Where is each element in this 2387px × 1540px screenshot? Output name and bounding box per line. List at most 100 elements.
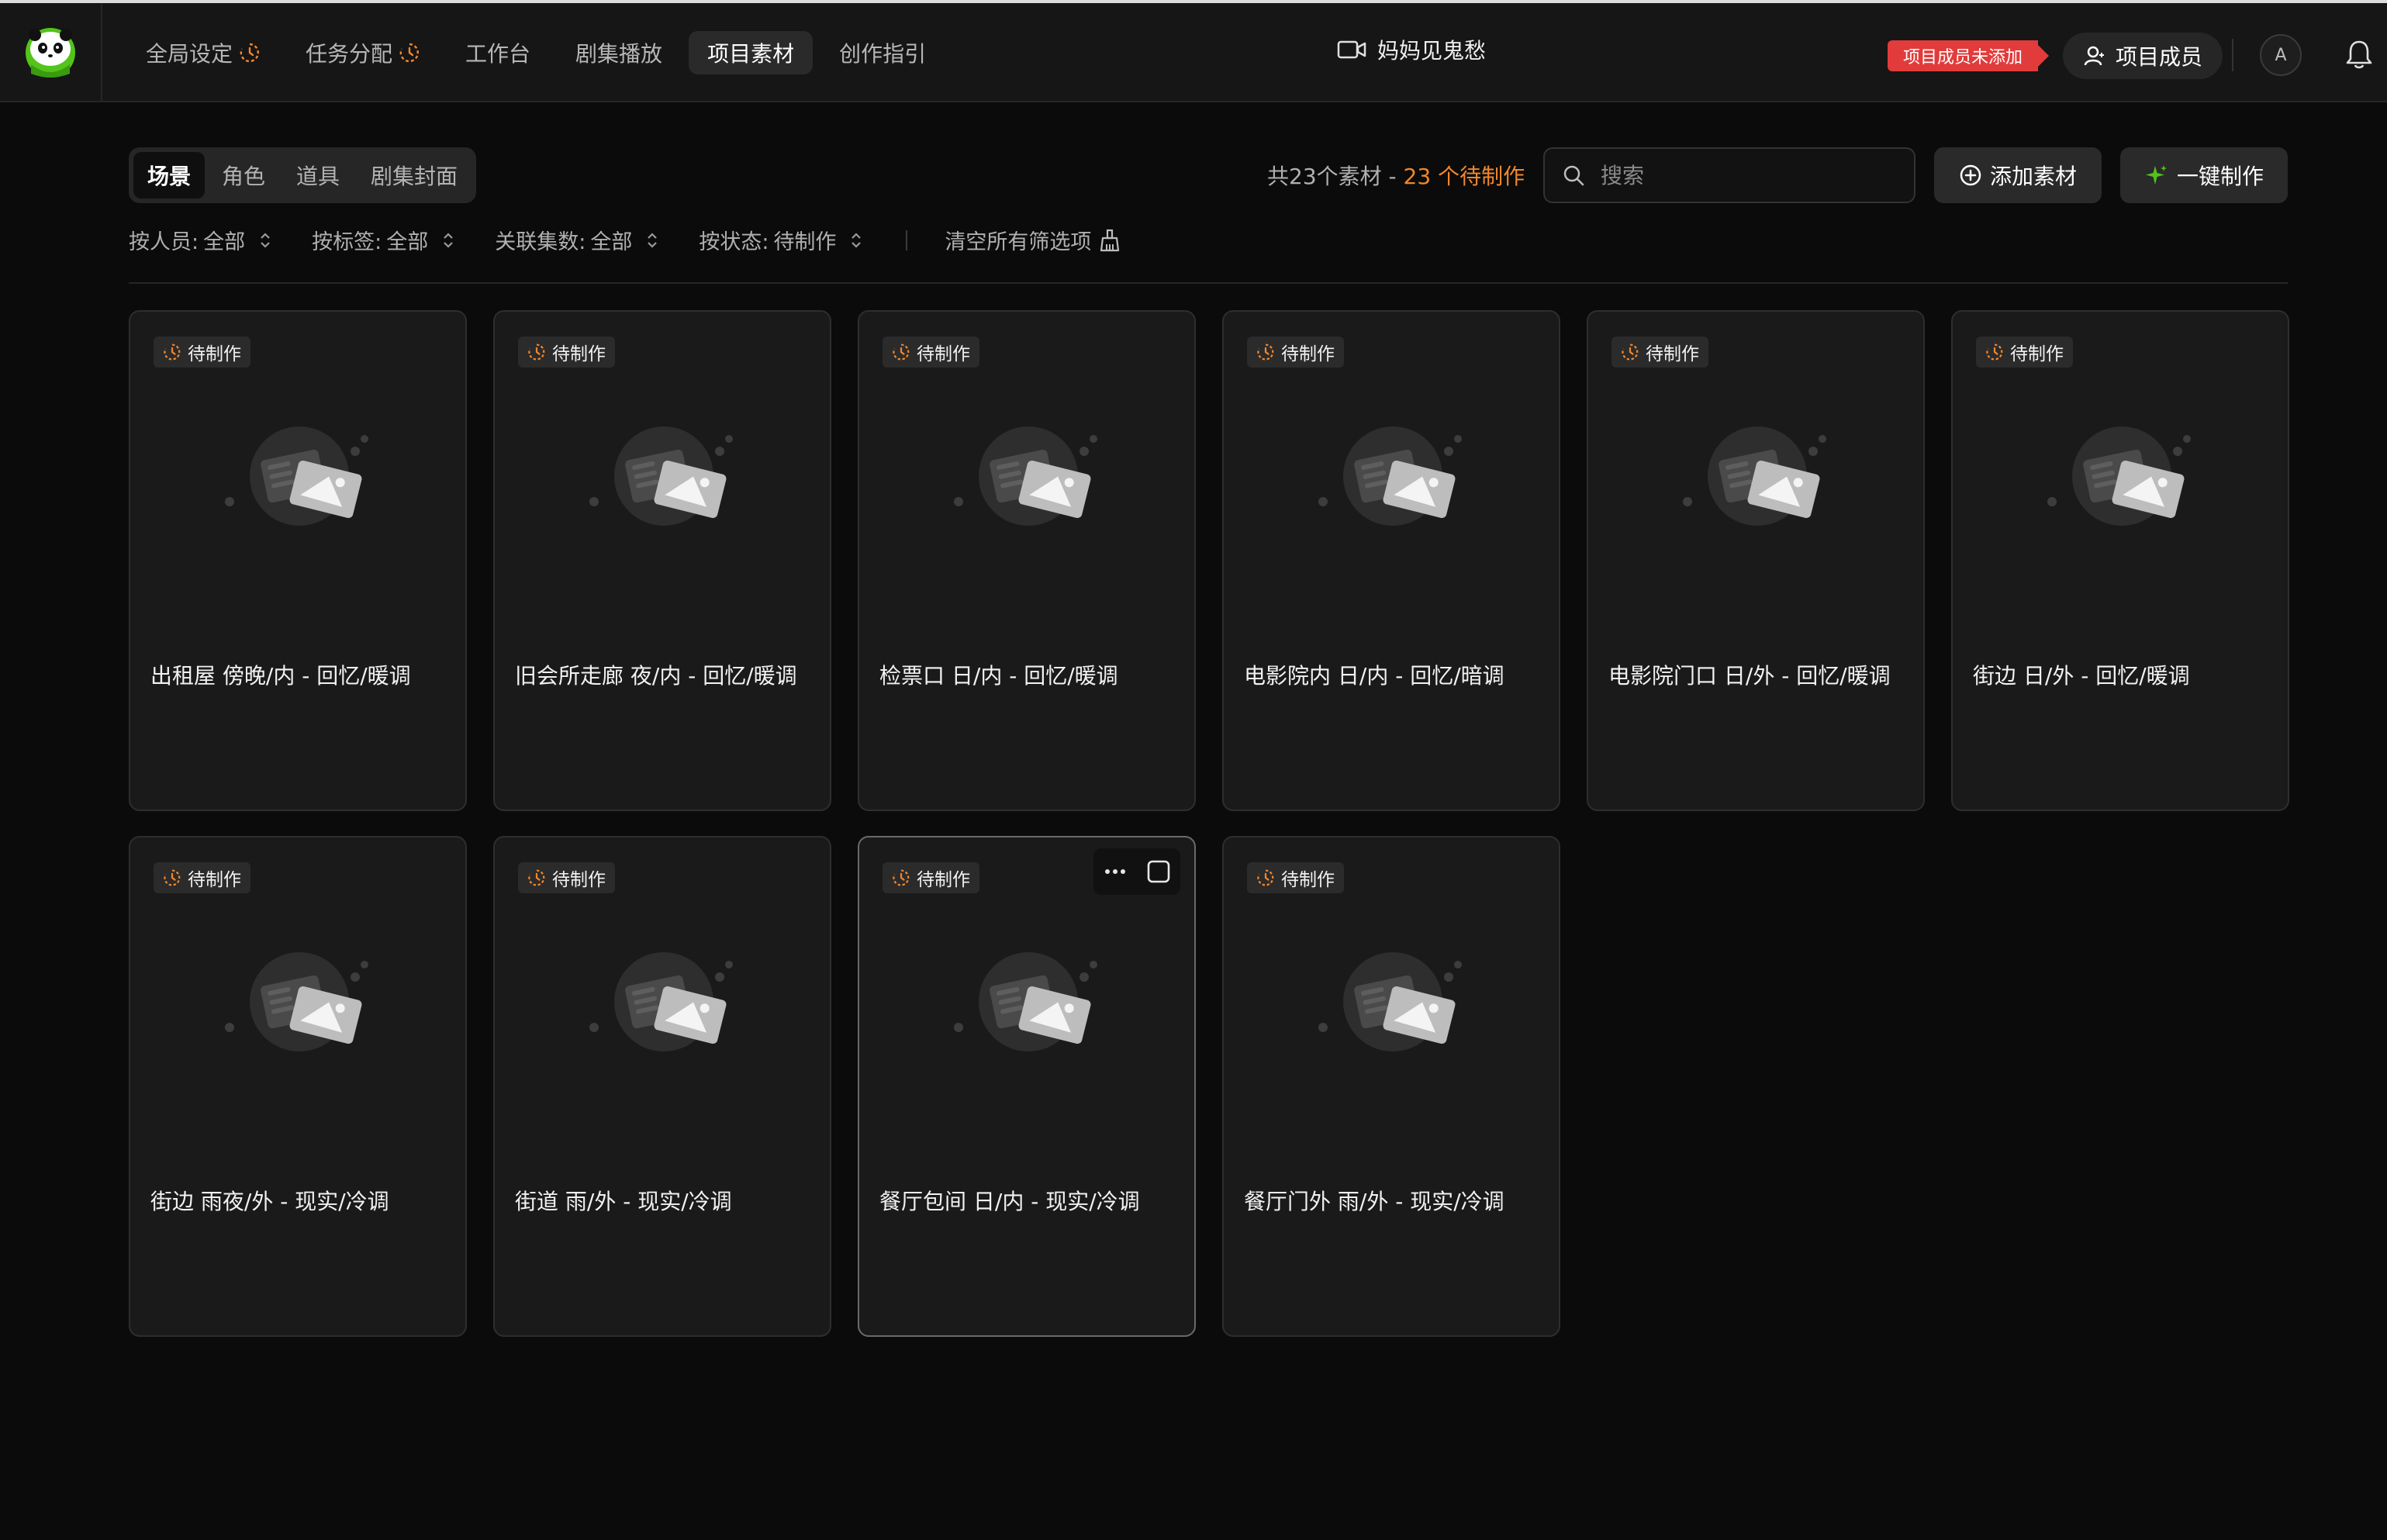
pending-clock-icon: [1257, 869, 1274, 886]
search-input[interactable]: [1599, 161, 1894, 189]
tab-prop[interactable]: 道具: [282, 152, 354, 199]
image-placeholder-icon: [954, 426, 1097, 526]
pending-clock-icon: [240, 43, 259, 63]
status-badge: 待制作: [1247, 337, 1344, 368]
pending-clock-icon: [1986, 344, 2003, 361]
member-warning-badge: 项目成员未添加: [1888, 40, 2050, 71]
card-title: 街道 雨/外 - 现实/冷调: [515, 1189, 732, 1214]
filter-by-episode[interactable]: 关联集数: 全部: [495, 225, 658, 255]
status-badge: 待制作: [518, 862, 615, 893]
status-badge: 待制作: [1976, 337, 2073, 368]
status-text: 待制作: [188, 870, 241, 890]
clear-filters-button[interactable]: 清空所有筛选项: [945, 225, 1121, 255]
status-badge: 待制作: [518, 337, 615, 368]
filter-by-tag[interactable]: 按标签: 全部: [312, 225, 454, 255]
one-click-create-button[interactable]: 一键制作: [2120, 147, 2288, 203]
status-text: 待制作: [1281, 870, 1335, 890]
card-title: 检票口 日/内 - 回忆/暖调: [879, 663, 1118, 689]
search-box[interactable]: [1543, 147, 1915, 203]
status-badge: 待制作: [1247, 862, 1344, 893]
project-title[interactable]: 妈妈见鬼愁: [1337, 34, 1486, 65]
add-asset-button[interactable]: 添加素材: [1934, 147, 2102, 203]
nav-item-episode-playback[interactable]: 剧集播放: [557, 31, 681, 74]
asset-card[interactable]: 待制作 街道 雨/外 - 现实/冷调: [493, 836, 831, 1337]
card-title: 出租屋 傍晚/内 - 回忆/暖调: [150, 663, 411, 689]
status-badge: 待制作: [883, 337, 979, 368]
more-options-icon[interactable]: [1104, 868, 1127, 875]
toolbar-divider: [129, 282, 2288, 284]
pending-clock-icon: [893, 869, 910, 886]
asset-card[interactable]: 待制作 餐厅门外 雨/外 - 现实/冷调: [1222, 836, 1560, 1337]
asset-card[interactable]: 待制作 旧会所走廊 夜/内 - 回忆/暖调: [493, 310, 831, 811]
broom-icon: [1100, 229, 1120, 251]
nav-item-task-assignment[interactable]: 任务分配: [287, 31, 439, 74]
nav-item-project-assets[interactable]: 项目素材: [689, 31, 814, 74]
status-text: 待制作: [917, 344, 970, 364]
status-badge: 待制作: [154, 337, 250, 368]
search-icon: [1563, 165, 1584, 186]
card-title: 街边 雨夜/外 - 现实/冷调: [150, 1189, 389, 1214]
tab-episode-cover[interactable]: 剧集封面: [357, 152, 472, 199]
pending-clock-icon: [1257, 344, 1274, 361]
asset-card[interactable]: 待制作 街边 日/外 - 回忆/暖调: [1951, 310, 2289, 811]
nav-item-creation-guide[interactable]: 创作指引: [820, 31, 945, 74]
asset-type-tabs: 场景 角色 道具 剧集封面: [129, 147, 477, 203]
status-text: 待制作: [1646, 344, 1699, 364]
image-placeholder-icon: [225, 952, 368, 1051]
image-placeholder-icon: [589, 426, 733, 526]
tab-character[interactable]: 角色: [208, 152, 279, 199]
card-title: 餐厅包间 日/内 - 现实/冷调: [879, 1189, 1140, 1214]
image-placeholder-icon: [2047, 426, 2191, 526]
main-nav: 全局设定 任务分配 工作台 剧集播放 项目素材 创作指引: [127, 31, 945, 74]
card-title: 街边 日/外 - 回忆/暖调: [1973, 663, 2190, 689]
image-placeholder-icon: [225, 426, 368, 526]
status-badge: 待制作: [1611, 337, 1708, 368]
status-text: 待制作: [917, 870, 970, 890]
image-placeholder-icon: [589, 952, 733, 1051]
pending-clock-icon: [528, 344, 545, 361]
header-divider: [2232, 39, 2233, 71]
pending-count: 23 个待制作: [1403, 164, 1525, 189]
image-placeholder-icon: [1318, 426, 1462, 526]
asset-card[interactable]: 待制作 电影院内 日/内 - 回忆/暗调: [1222, 310, 1560, 811]
asset-card[interactable]: 待制作 街边 雨夜/外 - 现实/冷调: [129, 836, 467, 1337]
status-text: 待制作: [1281, 344, 1335, 364]
status-text: 待制作: [2010, 344, 2064, 364]
pending-clock-icon: [1622, 344, 1639, 361]
asset-count: 共23个素材 - 23 个待制作: [1267, 164, 1525, 189]
sort-arrows-icon: [852, 232, 862, 248]
asset-card[interactable]: 待制作 出租屋 傍晚/内 - 回忆/暖调: [129, 310, 467, 811]
image-placeholder-icon: [1683, 426, 1826, 526]
sparkle-icon: [2145, 165, 2167, 185]
video-camera-icon: [1337, 40, 1366, 59]
select-checkbox[interactable]: [1146, 859, 1171, 884]
card-title: 电影院内 日/内 - 回忆/暗调: [1244, 663, 1504, 689]
status-badge: 待制作: [883, 862, 979, 893]
filter-by-status[interactable]: 按状态: 待制作: [699, 225, 862, 255]
asset-card[interactable]: 待制作 电影院门口 日/外 - 回忆/暖调: [1587, 310, 1925, 811]
sort-arrows-icon: [444, 232, 453, 248]
nav-item-global-settings[interactable]: 全局设定: [127, 31, 279, 74]
status-text: 待制作: [188, 344, 241, 364]
bell-icon[interactable]: [2345, 39, 2373, 73]
project-members-button[interactable]: 项目成员: [2063, 33, 2223, 79]
asset-card[interactable]: 待制作 检票口 日/内 - 回忆/暖调: [858, 310, 1196, 811]
app-logo[interactable]: [0, 3, 102, 102]
status-badge: 待制作: [154, 862, 250, 893]
card-title: 餐厅门外 雨/外 - 现实/冷调: [1244, 1189, 1504, 1214]
pending-clock-icon: [893, 344, 910, 361]
card-actions: [1093, 848, 1180, 895]
avatar[interactable]: A: [2260, 34, 2302, 76]
asset-card[interactable]: 待制作 餐厅包间 日/内 - 现实/冷调: [858, 836, 1196, 1337]
plus-circle-icon: [1960, 164, 1981, 186]
filter-by-member[interactable]: 按人员: 全部: [129, 225, 271, 255]
pending-clock-icon: [528, 869, 545, 886]
pending-clock-icon: [164, 344, 181, 361]
image-placeholder-icon: [954, 952, 1097, 1051]
status-text: 待制作: [552, 344, 606, 364]
tab-scene[interactable]: 场景: [133, 152, 206, 199]
image-placeholder-icon: [1318, 952, 1462, 1051]
status-text: 待制作: [552, 870, 606, 890]
nav-item-workbench[interactable]: 工作台: [447, 31, 549, 74]
sort-arrows-icon: [261, 232, 270, 248]
